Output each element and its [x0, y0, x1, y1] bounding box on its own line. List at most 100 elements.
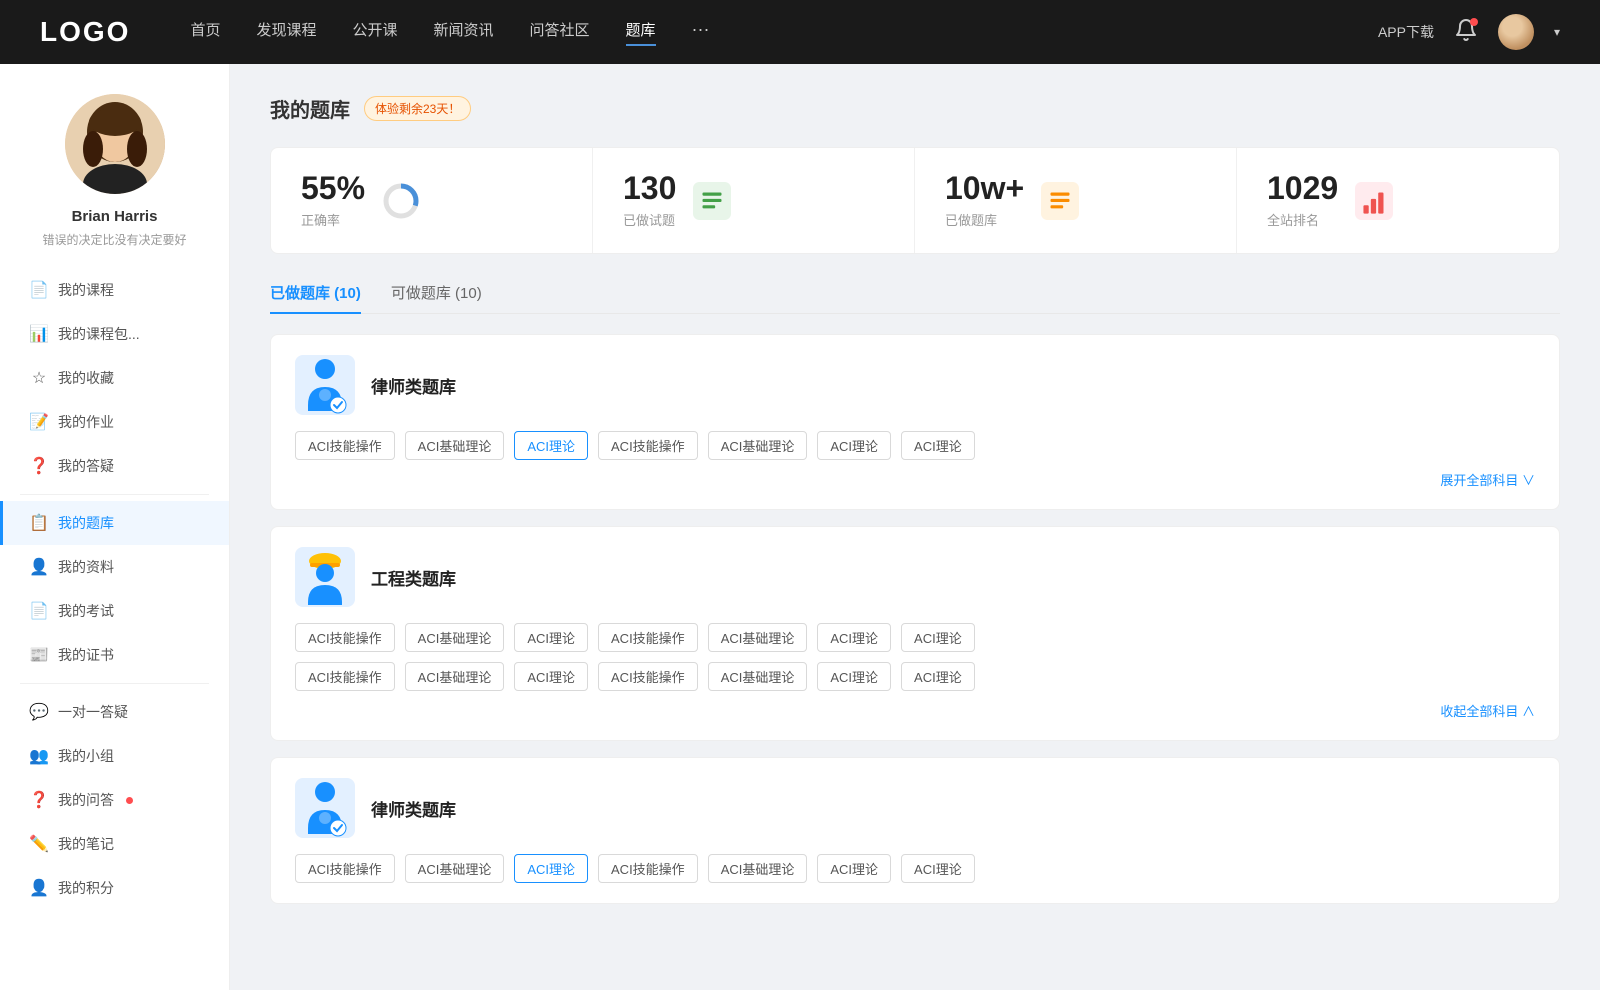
sidebar-item-label: 我的课程包... [58, 324, 140, 344]
sidebar-item-qa[interactable]: ❓ 我的答疑 [0, 444, 229, 488]
stat-done-questions-label: 已做试题 [623, 210, 676, 229]
topic-tags-1: ACI技能操作 ACI基础理论 ACI理论 ACI技能操作 ACI基础理论 AC… [295, 431, 1535, 460]
stat-done-banks-value: 10w+ [945, 172, 1024, 204]
tag-2-1-5[interactable]: ACI基础理论 [708, 623, 808, 652]
user-menu-chevron[interactable]: ▾ [1554, 25, 1560, 39]
nav-qa[interactable]: 问答社区 [530, 19, 590, 46]
stat-done-banks: 10w+ 已做题库 [915, 148, 1237, 253]
sidebar-item-course[interactable]: 📄 我的课程 [0, 268, 229, 312]
sidebar-item-label: 我的笔记 [58, 834, 114, 854]
tag-2-1-6[interactable]: ACI理论 [817, 623, 891, 652]
avatar-svg [65, 94, 165, 194]
topic-card-header-3: 律师类题库 [295, 778, 1535, 838]
main-content: 我的题库 体验剩余23天！ 55% 正确率 [230, 64, 1600, 990]
trial-badge: 体验剩余23天！ [364, 96, 471, 121]
profile-name: Brian Harris [72, 208, 158, 225]
tag-2-1-1[interactable]: ACI技能操作 [295, 623, 395, 652]
sidebar-item-my-qa[interactable]: ❓ 我的问答 [0, 778, 229, 822]
nav-home[interactable]: 首页 [190, 19, 220, 46]
sidebar-item-label: 我的作业 [58, 412, 114, 432]
nav-discover[interactable]: 发现课程 [256, 19, 316, 46]
tag-3-6[interactable]: ACI理论 [817, 854, 891, 883]
navbar-right: APP下载 ▾ [1378, 14, 1560, 50]
points-icon: 👤 [30, 879, 48, 897]
sidebar-item-profile[interactable]: 👤 我的资料 [0, 545, 229, 589]
topic-tags-3: ACI技能操作 ACI基础理论 ACI理论 ACI技能操作 ACI基础理论 AC… [295, 854, 1535, 883]
tag-2-2-6[interactable]: ACI理论 [817, 662, 891, 691]
stat-accuracy: 55% 正确率 [271, 148, 593, 253]
homework-icon: 📝 [30, 413, 48, 431]
one-on-one-icon: 💬 [30, 703, 48, 721]
sidebar-item-label: 我的小组 [58, 746, 114, 766]
tag-3-7[interactable]: ACI理论 [901, 854, 975, 883]
tag-2-2-2[interactable]: ACI基础理论 [405, 662, 505, 691]
sidebar-item-one-on-one[interactable]: 💬 一对一答疑 [0, 690, 229, 734]
notes-icon: ✏️ [30, 835, 48, 853]
sidebar-item-homework[interactable]: 📝 我的作业 [0, 400, 229, 444]
tag-1-3[interactable]: ACI理论 [514, 431, 588, 460]
navbar-logo[interactable]: LOGO [40, 16, 130, 48]
qa-icon: ❓ [30, 457, 48, 475]
app-download-btn[interactable]: APP下载 [1378, 22, 1434, 42]
sidebar-item-question-bank[interactable]: 📋 我的题库 [0, 501, 229, 545]
tag-2-2-7[interactable]: ACI理论 [901, 662, 975, 691]
tag-3-5[interactable]: ACI基础理论 [708, 854, 808, 883]
stat-done-questions: 130 已做试题 [593, 148, 915, 253]
group-icon: 👥 [30, 747, 48, 765]
user-avatar[interactable] [1498, 14, 1534, 50]
tag-2-1-7[interactable]: ACI理论 [901, 623, 975, 652]
nav-question-bank[interactable]: 题库 [626, 19, 656, 46]
nav-open-course[interactable]: 公开课 [352, 19, 397, 46]
tag-1-4[interactable]: ACI技能操作 [598, 431, 698, 460]
tag-2-1-2[interactable]: ACI基础理论 [405, 623, 505, 652]
page-title-row: 我的题库 体验剩余23天！ [270, 94, 1560, 123]
tag-1-5[interactable]: ACI基础理论 [708, 431, 808, 460]
sidebar-item-certificate[interactable]: 📰 我的证书 [0, 633, 229, 677]
nav-more[interactable]: ··· [692, 19, 710, 46]
sidebar-item-label: 我的收藏 [58, 368, 114, 388]
sidebar-item-favorites[interactable]: ☆ 我的收藏 [0, 356, 229, 400]
notification-dot [1470, 18, 1478, 26]
tag-2-2-4[interactable]: ACI技能操作 [598, 662, 698, 691]
tag-1-2[interactable]: ACI基础理论 [405, 431, 505, 460]
sidebar-item-label: 我的答疑 [58, 456, 114, 476]
tag-3-2[interactable]: ACI基础理论 [405, 854, 505, 883]
sidebar-item-group[interactable]: 👥 我的小组 [0, 734, 229, 778]
tag-2-1-3[interactable]: ACI理论 [514, 623, 588, 652]
navbar-links: 首页 发现课程 公开课 新闻资讯 问答社区 题库 ··· [190, 19, 1378, 46]
sidebar-item-points[interactable]: 👤 我的积分 [0, 866, 229, 910]
nav-news[interactable]: 新闻资讯 [434, 19, 494, 46]
tag-2-2-1[interactable]: ACI技能操作 [295, 662, 395, 691]
tab-done-banks[interactable]: 已做题库 (10) [270, 282, 361, 313]
tag-2-1-4[interactable]: ACI技能操作 [598, 623, 698, 652]
sidebar-item-exam[interactable]: 📄 我的考试 [0, 589, 229, 633]
my-qa-dot [126, 797, 133, 804]
course-pkg-icon: 📊 [30, 325, 48, 343]
profile-icon: 👤 [30, 558, 48, 576]
tag-1-7[interactable]: ACI理论 [901, 431, 975, 460]
topic-footer-1[interactable]: 展开全部科目 ∨ [295, 470, 1535, 489]
sidebar-item-label: 我的资料 [58, 557, 114, 577]
topic-card-header-2: 工程类题库 [295, 547, 1535, 607]
tag-3-4[interactable]: ACI技能操作 [598, 854, 698, 883]
stat-rank-label: 全站排名 [1267, 210, 1338, 229]
my-qa-icon: ❓ [30, 791, 48, 809]
sidebar-item-course-pkg[interactable]: 📊 我的课程包... [0, 312, 229, 356]
tag-1-1[interactable]: ACI技能操作 [295, 431, 395, 460]
tag-3-3[interactable]: ACI理论 [514, 854, 588, 883]
tag-2-2-5[interactable]: ACI基础理论 [708, 662, 808, 691]
tag-2-2-3[interactable]: ACI理论 [514, 662, 588, 691]
topic-tags-2-row1: ACI技能操作 ACI基础理论 ACI理论 ACI技能操作 ACI基础理论 AC… [295, 623, 1535, 652]
sidebar-item-label: 我的题库 [58, 513, 114, 533]
sidebar-item-notes[interactable]: ✏️ 我的笔记 [0, 822, 229, 866]
tag-3-1[interactable]: ACI技能操作 [295, 854, 395, 883]
topic-footer-2[interactable]: 收起全部科目 ∧ [295, 701, 1535, 720]
stat-done-questions-value: 130 [623, 172, 676, 204]
sidebar-item-label: 我的课程 [58, 280, 114, 300]
topic-title-2: 工程类题库 [371, 565, 456, 590]
notification-bell[interactable] [1454, 18, 1478, 47]
list-orange-icon [1041, 182, 1079, 220]
tab-available-banks[interactable]: 可做题库 (10) [391, 282, 482, 313]
sidebar-item-label: 一对一答疑 [58, 702, 128, 722]
tag-1-6[interactable]: ACI理论 [817, 431, 891, 460]
